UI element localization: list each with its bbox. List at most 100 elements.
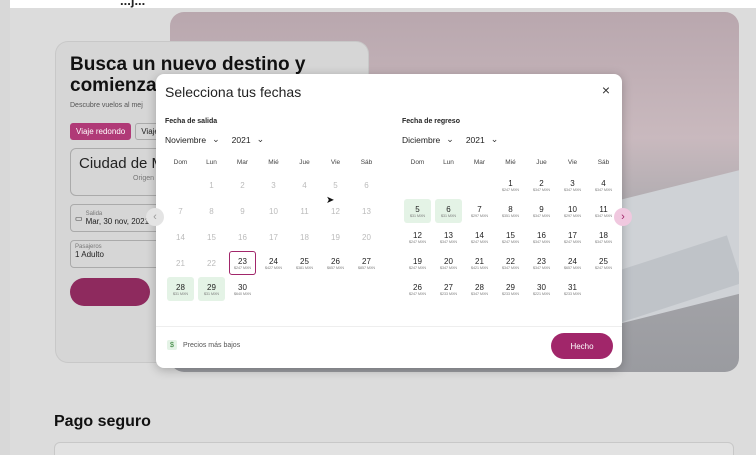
day-price: $297 MXN [471,213,488,218]
weekday-label: Mar [236,159,249,166]
day-cell[interactable]: 17 $247 MXN [559,225,586,249]
day-cell[interactable]: 23 $347 MXN [528,251,555,275]
weekday-label: Dom [173,159,188,166]
day-cell[interactable]: 16 $347 MXN [528,225,555,249]
departure-selectors: Noviembre ⌄ 2021 ⌄ [165,134,383,145]
day-number: 13 [362,206,371,216]
prev-month-icon[interactable]: ‹ [146,208,164,226]
day-cell[interactable]: 27 $233 MXN [435,277,462,301]
weekday-label: Jue [536,159,547,166]
departure-month-select[interactable]: Noviembre ⌄ [165,134,220,145]
legend-label: Precios más bajos [183,341,241,349]
day-price: $347 MXN [564,187,581,192]
day-cell: 20 [353,225,380,249]
day-cell[interactable]: 29 $233 MXN [497,277,524,301]
return-year-select[interactable]: 2021 ⌄ [466,134,498,145]
day-price: $427 MXN [265,265,282,270]
weekday-label: Mar [473,159,486,166]
day-cell[interactable]: 27 $857 MXN [353,251,380,275]
day-cell: 16 [229,225,256,249]
day-number: 14 [176,232,185,242]
day-cell[interactable]: 5 $31 MXN [404,199,431,223]
footer-divider [156,326,622,327]
day-cell[interactable]: 23 $247 MXN [229,251,256,275]
day-cell[interactable]: 2 $347 MXN [528,173,555,197]
day-cell: 11 [291,199,318,223]
day-cell[interactable]: 30 $640 MXN [229,277,256,301]
day-number: 1 [209,180,214,190]
day-number: 12 [331,206,340,216]
day-number: 15 [207,232,216,242]
day-cell[interactable]: 19 $247 MXN [404,251,431,275]
day-number: 2 [539,178,544,188]
day-price: $31 MXN [204,291,219,296]
day-cell[interactable]: 25 $247 MXN [590,251,617,275]
day-cell[interactable]: 15 $247 MXN [497,225,524,249]
day-number: 4 [601,178,606,188]
day-cell[interactable]: 3 $347 MXN [559,173,586,197]
day-cell[interactable]: 28 $31 MXN [167,277,194,301]
close-icon[interactable]: × [602,82,610,98]
day-number: 14 [475,230,484,240]
day-price: $347 MXN [595,213,612,218]
day-number: 3 [271,180,276,190]
day-number: 20 [444,256,453,266]
top-strip: ...j... [10,0,756,8]
day-number: 31 [568,282,577,292]
day-cell[interactable]: 18 $347 MXN [590,225,617,249]
day-cell[interactable]: 13 $347 MXN [435,225,462,249]
day-cell[interactable]: 25 $381 MXN [291,251,318,275]
day-cell[interactable]: 22 $347 MXN [497,251,524,275]
day-cell[interactable]: 1 $247 MXN [497,173,524,197]
chevron-down-icon: ⌄ [490,134,499,144]
day-number: 19 [331,232,340,242]
tab-round-trip[interactable]: Viaje redondo [70,123,132,140]
empty-cell [167,173,194,197]
weekday-label: Dom [410,159,425,166]
passengers-value: 1 Adulto [75,250,104,259]
day-cell[interactable]: 31 $233 MXN [559,277,586,301]
day-price: $221 MXN [533,291,550,296]
day-cell[interactable]: 10 $297 MXN [559,199,586,223]
day-price: $347 MXN [533,187,550,192]
day-cell[interactable]: 7 $297 MXN [466,199,493,223]
day-number: 4 [302,180,307,190]
secure-payment-panel [54,442,734,455]
return-month-select[interactable]: Diciembre ⌄ [402,134,454,145]
day-number: 25 [300,256,309,266]
passengers-field[interactable]: Pasajeros 1 Adulto [70,240,160,268]
day-cell[interactable]: 26 $657 MXN [322,251,349,275]
departure-year-select[interactable]: 2021 ⌄ [232,134,264,145]
day-number: 6 [446,204,451,214]
day-cell[interactable]: 12 $247 MXN [404,225,431,249]
day-cell[interactable]: 6 $31 MXN [435,199,462,223]
day-cell[interactable]: 20 $347 MXN [435,251,462,275]
day-cell: 2 [229,173,256,197]
weekday-label: Sáb [360,159,373,166]
day-cell[interactable]: 14 $247 MXN [466,225,493,249]
dollar-icon: $ [167,340,177,350]
day-cell[interactable]: 24 $427 MXN [260,251,287,275]
day-cell[interactable]: 21 $421 MXN [466,251,493,275]
day-cell[interactable]: 4 $347 MXN [590,173,617,197]
weekday-label: Lun [443,159,454,166]
day-cell[interactable]: 11 $347 MXN [590,199,617,223]
day-price: $347 MXN [595,187,612,192]
day-number: 6 [364,180,369,190]
day-number: 26 [331,256,340,266]
done-button[interactable]: Hecho [551,333,613,359]
day-number: 24 [568,256,577,266]
day-cell[interactable]: 28 $347 MXN [466,277,493,301]
day-cell[interactable]: 24 $657 MXN [559,251,586,275]
day-number: 5 [333,180,338,190]
empty-cell [404,173,431,197]
date-value: Mar, 30 nov, 2021 [85,216,150,226]
day-cell[interactable]: 26 $247 MXN [404,277,431,301]
day-cell[interactable]: 9 $347 MXN [528,199,555,223]
search-button[interactable] [70,278,150,306]
day-cell[interactable]: 8 $351 MXN [497,199,524,223]
day-price: $247 MXN [409,265,426,270]
day-cell: 15 [198,225,225,249]
day-cell[interactable]: 30 $221 MXN [528,277,555,301]
day-cell[interactable]: 29 $31 MXN [198,277,225,301]
